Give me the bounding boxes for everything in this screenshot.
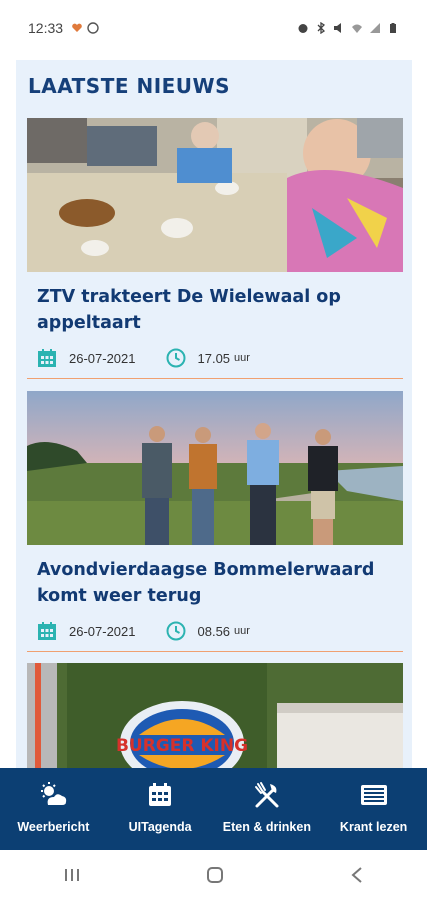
news-card[interactable]: ZTV trakteert De Wielewaal op appeltaart… — [27, 118, 403, 379]
mute-icon — [334, 23, 341, 33]
nav-krant-lezen[interactable]: Krant lezen — [320, 768, 427, 850]
calendar-icon — [38, 349, 56, 367]
bluetooth-icon — [317, 22, 326, 34]
back-icon[interactable] — [350, 866, 364, 884]
bottom-navigation: Weerbericht UITagenda Eten & drinken Kra… — [0, 768, 427, 850]
nav-label: UITagenda — [128, 820, 192, 834]
nav-label: Weerbericht — [17, 820, 90, 834]
article-time: 08.56 — [197, 623, 231, 639]
status-time: 12:33 — [28, 20, 64, 36]
article-time-unit: uur — [234, 352, 250, 364]
battery-icon — [390, 23, 396, 33]
burger-king-sign-photo: BURGER KING — [27, 663, 403, 770]
article-time: 17.05 — [197, 350, 231, 366]
article-date: 26-07-2021 — [69, 350, 136, 366]
nav-uitagenda[interactable]: UITagenda — [107, 768, 214, 850]
status-bar: 12:33 — [0, 0, 427, 56]
clock-icon — [166, 348, 185, 368]
elderly-tea-photo — [27, 118, 403, 272]
nav-label: Krant lezen — [339, 820, 408, 834]
nav-eten-drinken[interactable]: Eten & drinken — [214, 768, 321, 850]
wifi-icon — [352, 24, 362, 33]
clock-icon — [166, 621, 185, 641]
recent-apps-icon[interactable] — [63, 867, 81, 883]
home-icon[interactable] — [206, 866, 224, 884]
nav-label: Eten & drinken — [222, 820, 311, 834]
article-headline[interactable]: ZTV trakteert De Wielewaal op appeltaart — [27, 284, 403, 336]
heart-notification-icon — [72, 23, 82, 32]
alarm-icon — [298, 24, 308, 33]
article-time-unit: uur — [234, 625, 250, 637]
article-meta: 26-07-2021 08.56 uur — [27, 619, 403, 643]
nav-weerbericht[interactable]: Weerbericht — [0, 768, 107, 850]
weather-icon — [41, 782, 67, 805]
article-photo[interactable]: BURGER KING — [27, 663, 403, 770]
section-title: LAATSTE NIEUWS — [28, 74, 231, 98]
article-date: 26-07-2021 — [69, 623, 136, 639]
newspaper-icon — [360, 785, 387, 805]
sign-text: BURGER KING — [116, 736, 248, 756]
article-photo[interactable] — [27, 391, 403, 545]
system-navigation — [0, 850, 427, 900]
card-divider — [27, 651, 403, 652]
news-card[interactable]: Avondvierdaagse Bommelerwaard komt weer … — [27, 391, 403, 652]
calendar-icon — [38, 622, 56, 640]
card-divider — [27, 378, 403, 379]
calendar-icon — [149, 783, 172, 806]
news-panel: LAATSTE NIEUWS ZTV trakteert De Wielewaa… — [16, 60, 412, 770]
news-card[interactable]: BURGER KING — [27, 663, 403, 770]
dike-group-photo — [27, 391, 403, 545]
fork-knife-icon — [254, 782, 279, 808]
signal-icon — [370, 23, 380, 33]
article-meta: 26-07-2021 17.05 uur — [27, 346, 403, 370]
article-photo[interactable] — [27, 118, 403, 272]
whatsapp-icon — [87, 22, 99, 34]
article-headline[interactable]: Avondvierdaagse Bommelerwaard komt weer … — [27, 557, 403, 609]
